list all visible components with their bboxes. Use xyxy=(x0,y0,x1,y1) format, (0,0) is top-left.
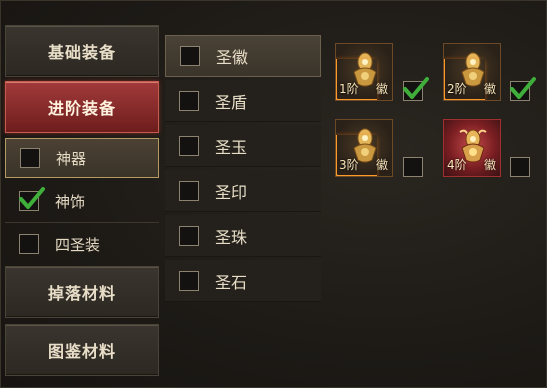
list-item-seal[interactable]: 圣印 xyxy=(165,170,321,212)
item-type-label: 徽 xyxy=(375,158,388,172)
category-codex-materials[interactable]: 图鉴材料 xyxy=(5,324,159,376)
list-item-stone[interactable]: 圣石 xyxy=(165,260,321,302)
subcategory-label: 神器 xyxy=(56,149,87,168)
list-item-label: 圣石 xyxy=(215,272,248,292)
subcategory-label: 四圣装 xyxy=(55,235,101,254)
category-drop-materials[interactable]: 掉落材料 xyxy=(5,266,159,318)
list-item-label: 圣印 xyxy=(215,182,248,202)
checkmark-icon xyxy=(19,187,45,209)
item-tier-label: 4阶 xyxy=(447,158,467,172)
item-tile-emblem-tier-1[interactable]: 1阶 徽 xyxy=(335,43,393,101)
checkbox[interactable] xyxy=(179,180,199,201)
item-checkbox-checked[interactable] xyxy=(510,77,536,101)
item-tile-emblem-tier-2[interactable]: 2阶 徽 xyxy=(443,43,501,101)
category-label: 基础装备 xyxy=(47,43,116,62)
checkbox[interactable] xyxy=(179,225,199,246)
item-type-label: 徽 xyxy=(375,82,388,96)
list-item-emblem[interactable]: 圣徽 xyxy=(165,35,321,77)
checkbox-checked[interactable] xyxy=(19,187,45,211)
item-tier-label: 1阶 xyxy=(339,82,359,96)
checkbox[interactable] xyxy=(179,135,199,156)
subcategory-artifact[interactable]: 神器 xyxy=(5,138,159,178)
item-checkbox[interactable] xyxy=(510,157,530,177)
list-item-jade[interactable]: 圣玉 xyxy=(165,125,321,167)
list-item-label: 圣玉 xyxy=(215,137,248,157)
list-item-pearl[interactable]: 圣珠 xyxy=(165,215,321,257)
subcategory-four-saint-set[interactable]: 四圣装 xyxy=(5,224,159,264)
item-checkbox-checked[interactable] xyxy=(403,77,429,101)
list-item-label: 圣盾 xyxy=(215,92,248,112)
list-item-shield[interactable]: 圣盾 xyxy=(165,80,321,122)
equipment-panel: 基础装备 进阶装备 神器 神饰 四圣装 掉落材料 图鉴材料 圣徽 圣盾 圣玉 圣… xyxy=(0,0,547,388)
category-advanced-equipment[interactable]: 进阶装备 xyxy=(5,81,159,133)
divider xyxy=(5,222,159,223)
checkmark-icon xyxy=(403,77,429,99)
category-label: 进阶装备 xyxy=(47,99,116,118)
category-label: 掉落材料 xyxy=(47,284,116,303)
subcategory-label: 神饰 xyxy=(55,192,86,211)
checkbox[interactable] xyxy=(19,234,39,254)
checkbox[interactable] xyxy=(20,148,40,168)
item-type-label: 徽 xyxy=(483,158,496,172)
item-tier-label: 3阶 xyxy=(339,158,359,172)
item-tile-emblem-tier-4[interactable]: 4阶 徽 xyxy=(443,119,501,177)
checkbox[interactable] xyxy=(179,270,199,291)
list-item-label: 圣珠 xyxy=(215,227,248,247)
checkmark-icon xyxy=(510,77,536,99)
item-tile-emblem-tier-3[interactable]: 3阶 徽 xyxy=(335,119,393,177)
list-item-label: 圣徽 xyxy=(216,48,249,67)
subcategory-ornament[interactable]: 神饰 xyxy=(5,181,159,221)
category-basic-equipment[interactable]: 基础装备 xyxy=(5,25,159,77)
item-checkbox[interactable] xyxy=(403,157,423,177)
item-type-label: 徽 xyxy=(483,82,496,96)
item-tier-label: 2阶 xyxy=(447,82,467,96)
category-label: 图鉴材料 xyxy=(47,342,116,361)
checkbox[interactable] xyxy=(179,90,199,111)
checkbox[interactable] xyxy=(180,46,200,66)
